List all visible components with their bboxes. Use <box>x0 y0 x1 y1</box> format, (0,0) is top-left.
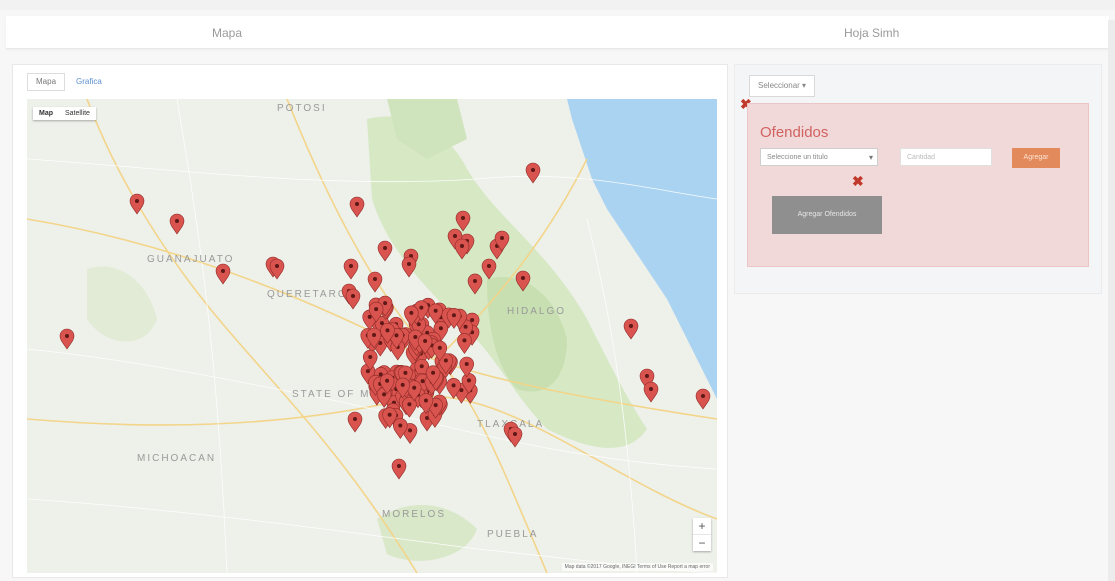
map-marker-dot <box>409 310 414 315</box>
top-bar <box>0 0 1115 10</box>
map-marker-dot <box>431 370 436 375</box>
tabs-header: Mapa Hoja Simh <box>6 16 1109 49</box>
offense-title: Ofendidos <box>760 124 829 141</box>
label-puebla: PUEBLA <box>487 529 538 540</box>
map-marker-dot <box>175 219 179 223</box>
map-marker-dot <box>451 383 456 388</box>
label-potosi: POTOSI <box>277 103 327 114</box>
map-marker-dot <box>438 326 443 331</box>
map-marker-dot <box>355 202 359 206</box>
map-marker-dot <box>365 369 370 374</box>
label-queretaro: QUERETARO <box>267 289 348 300</box>
map-marker-dot <box>400 382 405 387</box>
map-type-control: Map Satellite <box>33 107 96 120</box>
map-marker-dot <box>466 378 471 383</box>
map-marker-dot <box>385 378 390 383</box>
map-marker-dot <box>500 236 504 240</box>
map-marker-dot <box>437 345 442 350</box>
map-marker-dot <box>645 374 649 378</box>
map-marker-dot <box>419 364 424 369</box>
scrollbar-track[interactable] <box>1108 20 1115 581</box>
map-marker-dot <box>629 324 633 328</box>
offense-form: Ofendidos Seleccione un titulo ▾ Cantida… <box>747 103 1089 267</box>
map-marker-dot <box>383 246 387 250</box>
label-guanajuato: GUANAJUATO <box>147 254 234 265</box>
map-marker-dot <box>398 423 403 428</box>
map-marker-dot <box>349 264 353 268</box>
map-marker-dot <box>701 394 705 398</box>
map-marker-dot <box>403 370 408 375</box>
map-marker-dot <box>397 464 401 468</box>
map-panel: Mapa Grafica POTOSI GUANAJUATO QUERETARO… <box>12 64 728 578</box>
offense-type-select[interactable]: Seleccione un titulo ▾ <box>760 148 878 166</box>
map-marker-dot <box>463 324 468 329</box>
map-marker-dot <box>407 262 411 266</box>
map-marker-dot <box>649 387 653 391</box>
map-marker-dot <box>221 269 225 273</box>
map-marker-dot <box>433 308 438 313</box>
map-marker-dot <box>470 318 475 323</box>
map-marker-dot <box>351 294 355 298</box>
map-marker-dot <box>462 338 467 343</box>
label-hidalgo: HIDALGO <box>507 306 566 317</box>
remove-row-icon[interactable]: ✖ <box>852 174 864 188</box>
map-marker-dot <box>461 216 465 220</box>
map-marker-dot <box>368 355 373 360</box>
zoom-in-button[interactable]: + <box>693 518 711 534</box>
map-marker-dot <box>531 168 535 172</box>
tab-hoja[interactable]: Hoja Simh <box>844 26 899 40</box>
zoom-out-button[interactable]: − <box>693 534 711 551</box>
map-marker-dot <box>372 333 377 338</box>
chevron-down-icon: ▾ <box>868 153 873 162</box>
map-marker-dot <box>407 402 412 407</box>
map-marker-dot <box>420 379 425 384</box>
map-marker-dot <box>374 307 379 312</box>
map-marker-dot <box>412 385 417 390</box>
map-marker-dot <box>383 301 388 306</box>
zoom-control: + − <box>693 518 711 551</box>
map-marker-dot <box>65 334 69 338</box>
tab-mapa[interactable]: Mapa <box>212 26 242 40</box>
map-attribution[interactable]: Map data ©2017 Google, INEGI Terms of Us… <box>561 563 713 571</box>
map-marker-dot <box>387 412 392 417</box>
map-marker-dot <box>275 264 279 268</box>
map-marker-dot <box>394 333 399 338</box>
map-marker-dot <box>423 398 428 403</box>
add-offended-button[interactable]: Agregar Ofendidos <box>772 196 882 234</box>
map-view-toggle: Mapa Grafica <box>27 73 111 91</box>
label-morelos: MORELOS <box>382 509 446 520</box>
map-marker-dot <box>367 314 372 319</box>
map-marker-dot <box>413 334 418 339</box>
map-marker-dot <box>433 403 438 408</box>
map-marker-dot <box>353 417 357 421</box>
quantity-input[interactable]: Cantidad <box>900 148 992 166</box>
map-marker-dot <box>382 392 387 397</box>
map-marker-dot <box>443 358 448 363</box>
side-panel: Seleccionar ▾ ✖ Ofendidos Seleccione un … <box>734 64 1102 294</box>
map-marker-dot <box>385 328 390 333</box>
toggle-map-button[interactable]: Mapa <box>27 73 66 91</box>
map-canvas[interactable]: POTOSI GUANAJUATO QUERETARO HIDALGO STAT… <box>27 99 717 573</box>
add-button[interactable]: Agregar <box>1012 148 1060 168</box>
toggle-chart-button[interactable]: Grafica <box>67 73 111 91</box>
map-marker-dot <box>451 313 456 318</box>
map-marker-dot <box>521 276 525 280</box>
map-marker-dot <box>513 432 517 436</box>
map-marker-dot <box>464 362 469 367</box>
map-type-satellite[interactable]: Satellite <box>59 107 96 120</box>
map-marker-dot <box>423 338 428 343</box>
select-dropdown-button[interactable]: Seleccionar ▾ <box>749 75 816 97</box>
map-marker-dot <box>460 244 464 248</box>
label-michoacan: MICHOACAN <box>137 453 216 464</box>
map-marker-dot <box>419 305 424 310</box>
map-marker-dot <box>487 264 491 268</box>
map-svg: POTOSI GUANAJUATO QUERETARO HIDALGO STAT… <box>27 99 717 573</box>
map-marker-dot <box>135 199 139 203</box>
map-marker-dot <box>373 277 377 281</box>
map-type-map[interactable]: Map <box>33 107 59 120</box>
map-marker-dot <box>453 234 457 238</box>
offense-type-select-value: Seleccione un titulo <box>767 154 828 161</box>
map-marker-dot <box>408 428 413 433</box>
map-marker-dot <box>473 279 477 283</box>
